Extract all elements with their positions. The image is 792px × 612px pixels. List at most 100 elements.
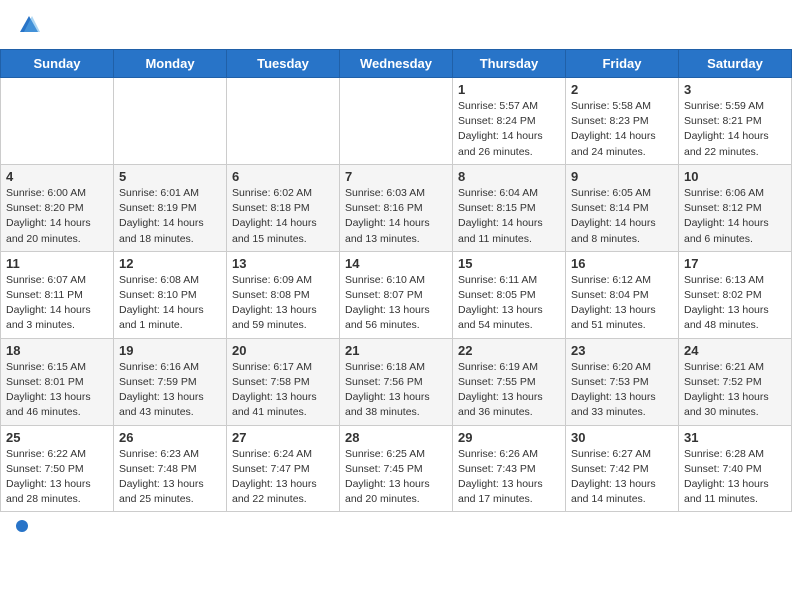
header — [0, 0, 792, 49]
calendar-cell: 1Sunrise: 5:57 AM Sunset: 8:24 PM Daylig… — [453, 78, 566, 165]
col-header-saturday: Saturday — [679, 50, 792, 78]
day-number: 22 — [458, 343, 560, 358]
calendar-cell: 11 Sunrise: 6:07 AM Sunset: 8:11 PM Dayli… — [1, 251, 114, 338]
calendar-cell: 26Sunrise: 6:23 AM Sunset: 7:48 PM Dayli… — [114, 425, 227, 512]
day-number: 5 — [119, 169, 221, 184]
day-info: Sunrise: 6:09 AM Sunset: 8:08 PM Dayligh… — [232, 273, 334, 334]
calendar-cell: 2Sunrise: 5:58 AM Sunset: 8:23 PM Daylig… — [566, 78, 679, 165]
day-number: 27 — [232, 430, 334, 445]
day-info: Sunrise: 6:13 AM Sunset: 8:02 PM Dayligh… — [684, 273, 786, 334]
day-info: Sunrise: 6:21 AM Sunset: 7:52 PM Dayligh… — [684, 360, 786, 421]
calendar-cell: 21 Sunrise: 6:18 AM Sunset: 7:56 PM Dayli… — [340, 338, 453, 425]
calendar-week-row: 25 Sunrise: 6:22 AM Sunset: 7:50 PM Dayli… — [1, 425, 792, 512]
day-info: Sunrise: 6:19 AM Sunset: 7:55 PM Dayligh… — [458, 360, 560, 421]
calendar-cell: 15 Sunrise: 6:11 AM Sunset: 8:05 PM Dayli… — [453, 251, 566, 338]
col-header-wednesday: Wednesday — [340, 50, 453, 78]
day-number: 7 — [345, 169, 447, 184]
logo-icon — [18, 14, 40, 36]
day-info: Sunrise: 6:28 AM Sunset: 7:40 PM Dayligh… — [684, 447, 786, 508]
day-number: 25 — [6, 430, 108, 445]
day-number: 19 — [119, 343, 221, 358]
day-info: Sunrise: 6:16 AM Sunset: 7:59 PM Dayligh… — [119, 360, 221, 421]
day-number: 24 — [684, 343, 786, 358]
col-header-friday: Friday — [566, 50, 679, 78]
day-info: Sunrise: 6:20 AM Sunset: 7:53 PM Dayligh… — [571, 360, 673, 421]
calendar-cell: 12 Sunrise: 6:08 AM Sunset: 8:10 PM Dayli… — [114, 251, 227, 338]
day-number: 12 — [119, 256, 221, 271]
day-number: 3 — [684, 82, 786, 97]
day-info: Sunrise: 6:04 AM Sunset: 8:15 PM Dayligh… — [458, 186, 560, 247]
calendar-cell: 30 Sunrise: 6:27 AM Sunset: 7:42 PM Dayli… — [566, 425, 679, 512]
calendar-cell: 14 Sunrise: 6:10 AM Sunset: 8:07 PM Dayli… — [340, 251, 453, 338]
day-number: 15 — [458, 256, 560, 271]
day-info: Sunrise: 6:00 AM Sunset: 8:20 PM Dayligh… — [6, 186, 108, 247]
calendar-cell: 25 Sunrise: 6:22 AM Sunset: 7:50 PM Dayli… — [1, 425, 114, 512]
calendar-cell: 7 Sunrise: 6:03 AM Sunset: 8:16 PM Daylig… — [340, 164, 453, 251]
calendar-cell — [340, 78, 453, 165]
day-info: Sunrise: 6:17 AM Sunset: 7:58 PM Dayligh… — [232, 360, 334, 421]
col-header-sunday: Sunday — [1, 50, 114, 78]
day-number: 8 — [458, 169, 560, 184]
day-number: 17 — [684, 256, 786, 271]
day-number: 20 — [232, 343, 334, 358]
day-number: 13 — [232, 256, 334, 271]
col-header-tuesday: Tuesday — [227, 50, 340, 78]
day-number: 30 — [571, 430, 673, 445]
calendar-cell: 4 Sunrise: 6:00 AM Sunset: 8:20 PM Daylig… — [1, 164, 114, 251]
col-header-thursday: Thursday — [453, 50, 566, 78]
calendar-table: SundayMondayTuesdayWednesdayThursdayFrid… — [0, 49, 792, 512]
calendar-cell: 24 Sunrise: 6:21 AM Sunset: 7:52 PM Dayli… — [679, 338, 792, 425]
calendar-week-row: 1Sunrise: 5:57 AM Sunset: 8:24 PM Daylig… — [1, 78, 792, 165]
day-number: 29 — [458, 430, 560, 445]
day-info: Sunrise: 6:25 AM Sunset: 7:45 PM Dayligh… — [345, 447, 447, 508]
calendar-cell: 20 Sunrise: 6:17 AM Sunset: 7:58 PM Dayli… — [227, 338, 340, 425]
daylight-dot — [16, 520, 28, 532]
day-info: Sunrise: 6:22 AM Sunset: 7:50 PM Dayligh… — [6, 447, 108, 508]
day-number: 21 — [345, 343, 447, 358]
day-info: Sunrise: 5:58 AM Sunset: 8:23 PM Dayligh… — [571, 99, 673, 160]
footer — [0, 512, 792, 540]
calendar-week-row: 4 Sunrise: 6:00 AM Sunset: 8:20 PM Daylig… — [1, 164, 792, 251]
day-info: Sunrise: 6:03 AM Sunset: 8:16 PM Dayligh… — [345, 186, 447, 247]
day-info: Sunrise: 6:02 AM Sunset: 8:18 PM Dayligh… — [232, 186, 334, 247]
day-number: 18 — [6, 343, 108, 358]
day-info: Sunrise: 6:26 AM Sunset: 7:43 PM Dayligh… — [458, 447, 560, 508]
calendar-cell: 31 Sunrise: 6:28 AM Sunset: 7:40 PM Dayli… — [679, 425, 792, 512]
calendar-cell: 29 Sunrise: 6:26 AM Sunset: 7:43 PM Dayli… — [453, 425, 566, 512]
calendar-cell — [227, 78, 340, 165]
calendar-cell: 23Sunrise: 6:20 AM Sunset: 7:53 PM Dayli… — [566, 338, 679, 425]
day-number: 26 — [119, 430, 221, 445]
day-info: Sunrise: 6:10 AM Sunset: 8:07 PM Dayligh… — [345, 273, 447, 334]
calendar-cell: 8 Sunrise: 6:04 AM Sunset: 8:15 PM Daylig… — [453, 164, 566, 251]
day-number: 4 — [6, 169, 108, 184]
calendar-cell: 17 Sunrise: 6:13 AM Sunset: 8:02 PM Dayli… — [679, 251, 792, 338]
day-number: 31 — [684, 430, 786, 445]
day-number: 9 — [571, 169, 673, 184]
day-number: 14 — [345, 256, 447, 271]
day-info: Sunrise: 6:15 AM Sunset: 8:01 PM Dayligh… — [6, 360, 108, 421]
day-info: Sunrise: 6:08 AM Sunset: 8:10 PM Dayligh… — [119, 273, 221, 334]
day-number: 11 — [6, 256, 108, 271]
calendar-cell: 19 Sunrise: 6:16 AM Sunset: 7:59 PM Dayli… — [114, 338, 227, 425]
day-number: 28 — [345, 430, 447, 445]
calendar-cell: 13 Sunrise: 6:09 AM Sunset: 8:08 PM Dayli… — [227, 251, 340, 338]
day-info: Sunrise: 6:18 AM Sunset: 7:56 PM Dayligh… — [345, 360, 447, 421]
day-number: 16 — [571, 256, 673, 271]
calendar-header-row: SundayMondayTuesdayWednesdayThursdayFrid… — [1, 50, 792, 78]
day-info: Sunrise: 6:06 AM Sunset: 8:12 PM Dayligh… — [684, 186, 786, 247]
calendar-cell: 22 Sunrise: 6:19 AM Sunset: 7:55 PM Dayli… — [453, 338, 566, 425]
calendar-cell — [114, 78, 227, 165]
calendar-week-row: 11 Sunrise: 6:07 AM Sunset: 8:11 PM Dayli… — [1, 251, 792, 338]
calendar-cell: 6 Sunrise: 6:02 AM Sunset: 8:18 PM Daylig… — [227, 164, 340, 251]
day-info: Sunrise: 6:11 AM Sunset: 8:05 PM Dayligh… — [458, 273, 560, 334]
day-info: Sunrise: 6:24 AM Sunset: 7:47 PM Dayligh… — [232, 447, 334, 508]
day-info: Sunrise: 6:12 AM Sunset: 8:04 PM Dayligh… — [571, 273, 673, 334]
day-info: Sunrise: 6:27 AM Sunset: 7:42 PM Dayligh… — [571, 447, 673, 508]
day-info: Sunrise: 6:05 AM Sunset: 8:14 PM Dayligh… — [571, 186, 673, 247]
calendar-cell: 9 Sunrise: 6:05 AM Sunset: 8:14 PM Daylig… — [566, 164, 679, 251]
logo — [16, 14, 40, 41]
calendar-cell: 27 Sunrise: 6:24 AM Sunset: 7:47 PM Dayli… — [227, 425, 340, 512]
calendar-cell — [1, 78, 114, 165]
day-info: Sunrise: 6:07 AM Sunset: 8:11 PM Dayligh… — [6, 273, 108, 334]
day-number: 6 — [232, 169, 334, 184]
